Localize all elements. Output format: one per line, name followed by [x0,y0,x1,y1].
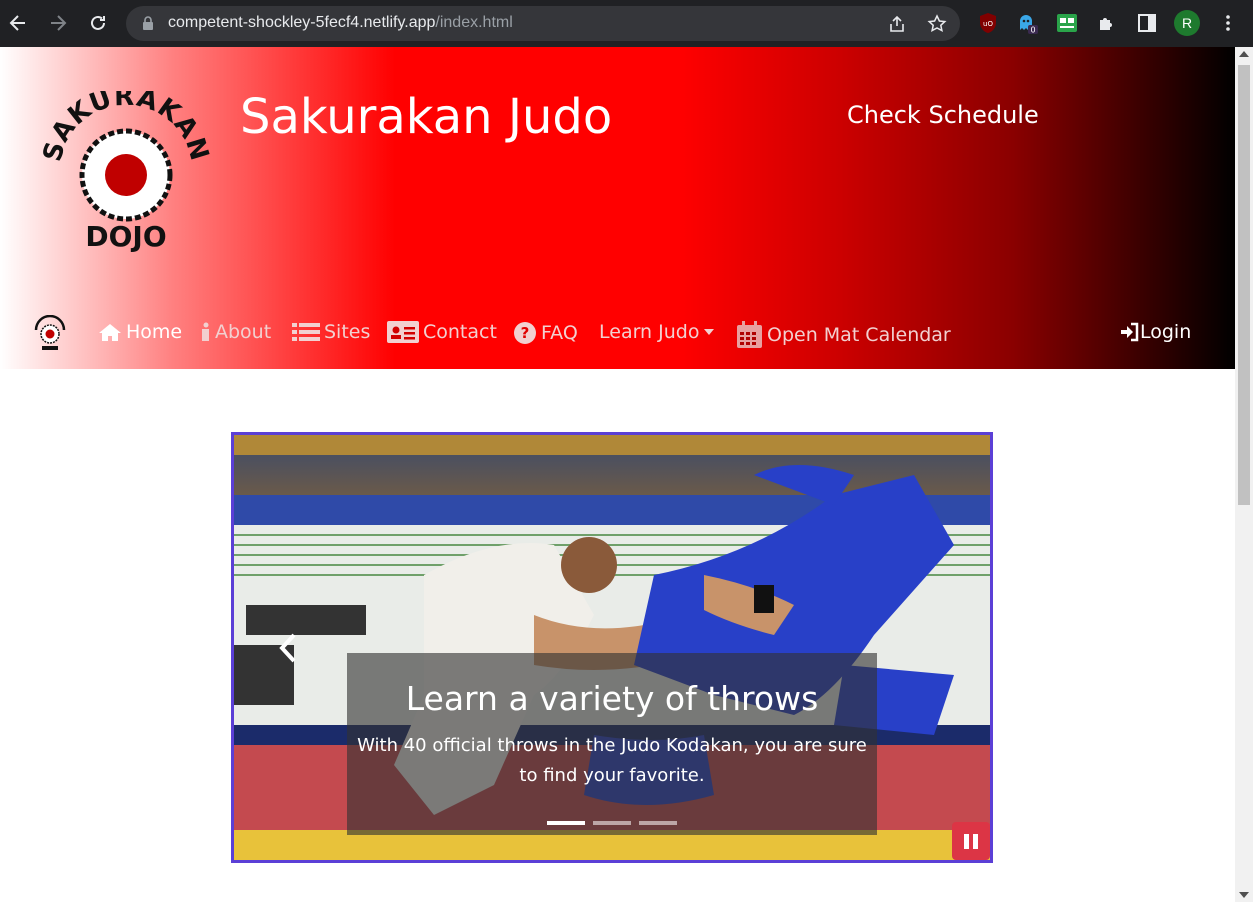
extensions-puzzle-icon[interactable] [1096,12,1118,34]
nav-about[interactable]: About [201,321,271,343]
nav-contact-label: Contact [423,321,497,343]
nav-home-label: Home [126,321,183,343]
scrollbar-thumb[interactable] [1238,65,1250,505]
extension-green-icon[interactable] [1056,12,1078,34]
star-icon[interactable] [927,14,947,34]
caret-down-icon [704,329,715,335]
image-carousel: Learn a variety of throws With 40 offici… [231,432,993,863]
more-menu-icon[interactable] [1217,12,1239,34]
lock-icon [143,16,153,30]
share-icon[interactable] [888,15,906,33]
nav-sites-label: Sites [324,321,371,343]
svg-text:uO: uO [983,20,993,28]
browser-toolbar: competent-shockley-5fecf4.netlify.app/in… [0,0,1253,47]
site-title: Sakurakan Judo [240,89,613,145]
nav-contact[interactable]: Contact [387,321,497,343]
nav-sites[interactable]: Sites [292,321,370,343]
profile-initial: R [1181,15,1193,31]
info-icon [202,322,209,341]
carousel-indicator-1[interactable] [547,821,585,825]
login-link[interactable]: Login [1120,321,1191,343]
dojo-logo[interactable]: SAKURAKAN DOJO [38,82,214,259]
caption-text: With 40 official throws in the Judo Koda… [357,735,867,786]
nav-home[interactable]: Home [98,321,182,343]
reload-icon[interactable] [86,11,110,35]
login-label: Login [1140,321,1192,343]
calendar-icon [737,321,762,348]
page-content: SAKURAKAN DOJO Sakurakan Judo Check Sche… [0,47,1235,902]
svg-text:?: ? [521,324,530,342]
svg-text:DOJO: DOJO [85,220,166,253]
id-card-icon [387,321,419,343]
svg-text:0: 0 [1030,26,1035,35]
nav-faq[interactable]: ? FAQ [513,321,578,345]
sign-in-icon [1121,322,1139,342]
carousel-indicator-3[interactable] [639,821,677,825]
profile-avatar[interactable]: R [1174,10,1200,36]
forward-arrow-icon[interactable] [46,11,70,35]
pause-icon [973,833,978,849]
carousel-indicator-2[interactable] [593,821,631,825]
nav-open-mat-calendar[interactable]: Open Mat Calendar [736,321,951,349]
home-icon [99,324,121,341]
nav-about-label: About [215,321,272,343]
nav-faq-label: FAQ [541,322,578,344]
navbar-logo[interactable] [30,314,70,353]
list-icon [292,323,320,341]
carousel-indicators [547,821,677,825]
scroll-down-icon[interactable] [1239,892,1249,898]
back-arrow-icon[interactable] [6,11,30,35]
ublock-icon[interactable]: uO [977,12,999,34]
check-schedule-link[interactable]: Check Schedule [847,101,1039,129]
scroll-up-icon[interactable] [1239,51,1249,57]
side-panel-icon[interactable] [1136,12,1158,34]
address-bar[interactable]: competent-shockley-5fecf4.netlify.app/in… [126,6,960,41]
question-circle-icon: ? [514,322,536,344]
carousel-prev-icon[interactable] [278,633,298,663]
nav-calendar-label: Open Mat Calendar [767,324,951,346]
carousel-pause-button[interactable] [952,822,990,860]
pause-icon [964,833,969,849]
caption-title: Learn a variety of throws [405,679,819,718]
page-scrollbar[interactable] [1235,47,1253,902]
main-navbar: Home About Sites Contact ? FAQ Learn Jud… [0,314,1235,353]
site-header: SAKURAKAN DOJO Sakurakan Judo Check Sche… [0,47,1235,369]
carousel-caption: Learn a variety of throws With 40 offici… [347,653,877,835]
nav-learn-judo-label: Learn Judo [599,321,700,343]
ghostery-icon[interactable]: 0 [1016,12,1038,34]
nav-learn-judo-dropdown[interactable]: Learn Judo [599,321,715,343]
url-text: competent-shockley-5fecf4.netlify.app/in… [168,14,513,31]
